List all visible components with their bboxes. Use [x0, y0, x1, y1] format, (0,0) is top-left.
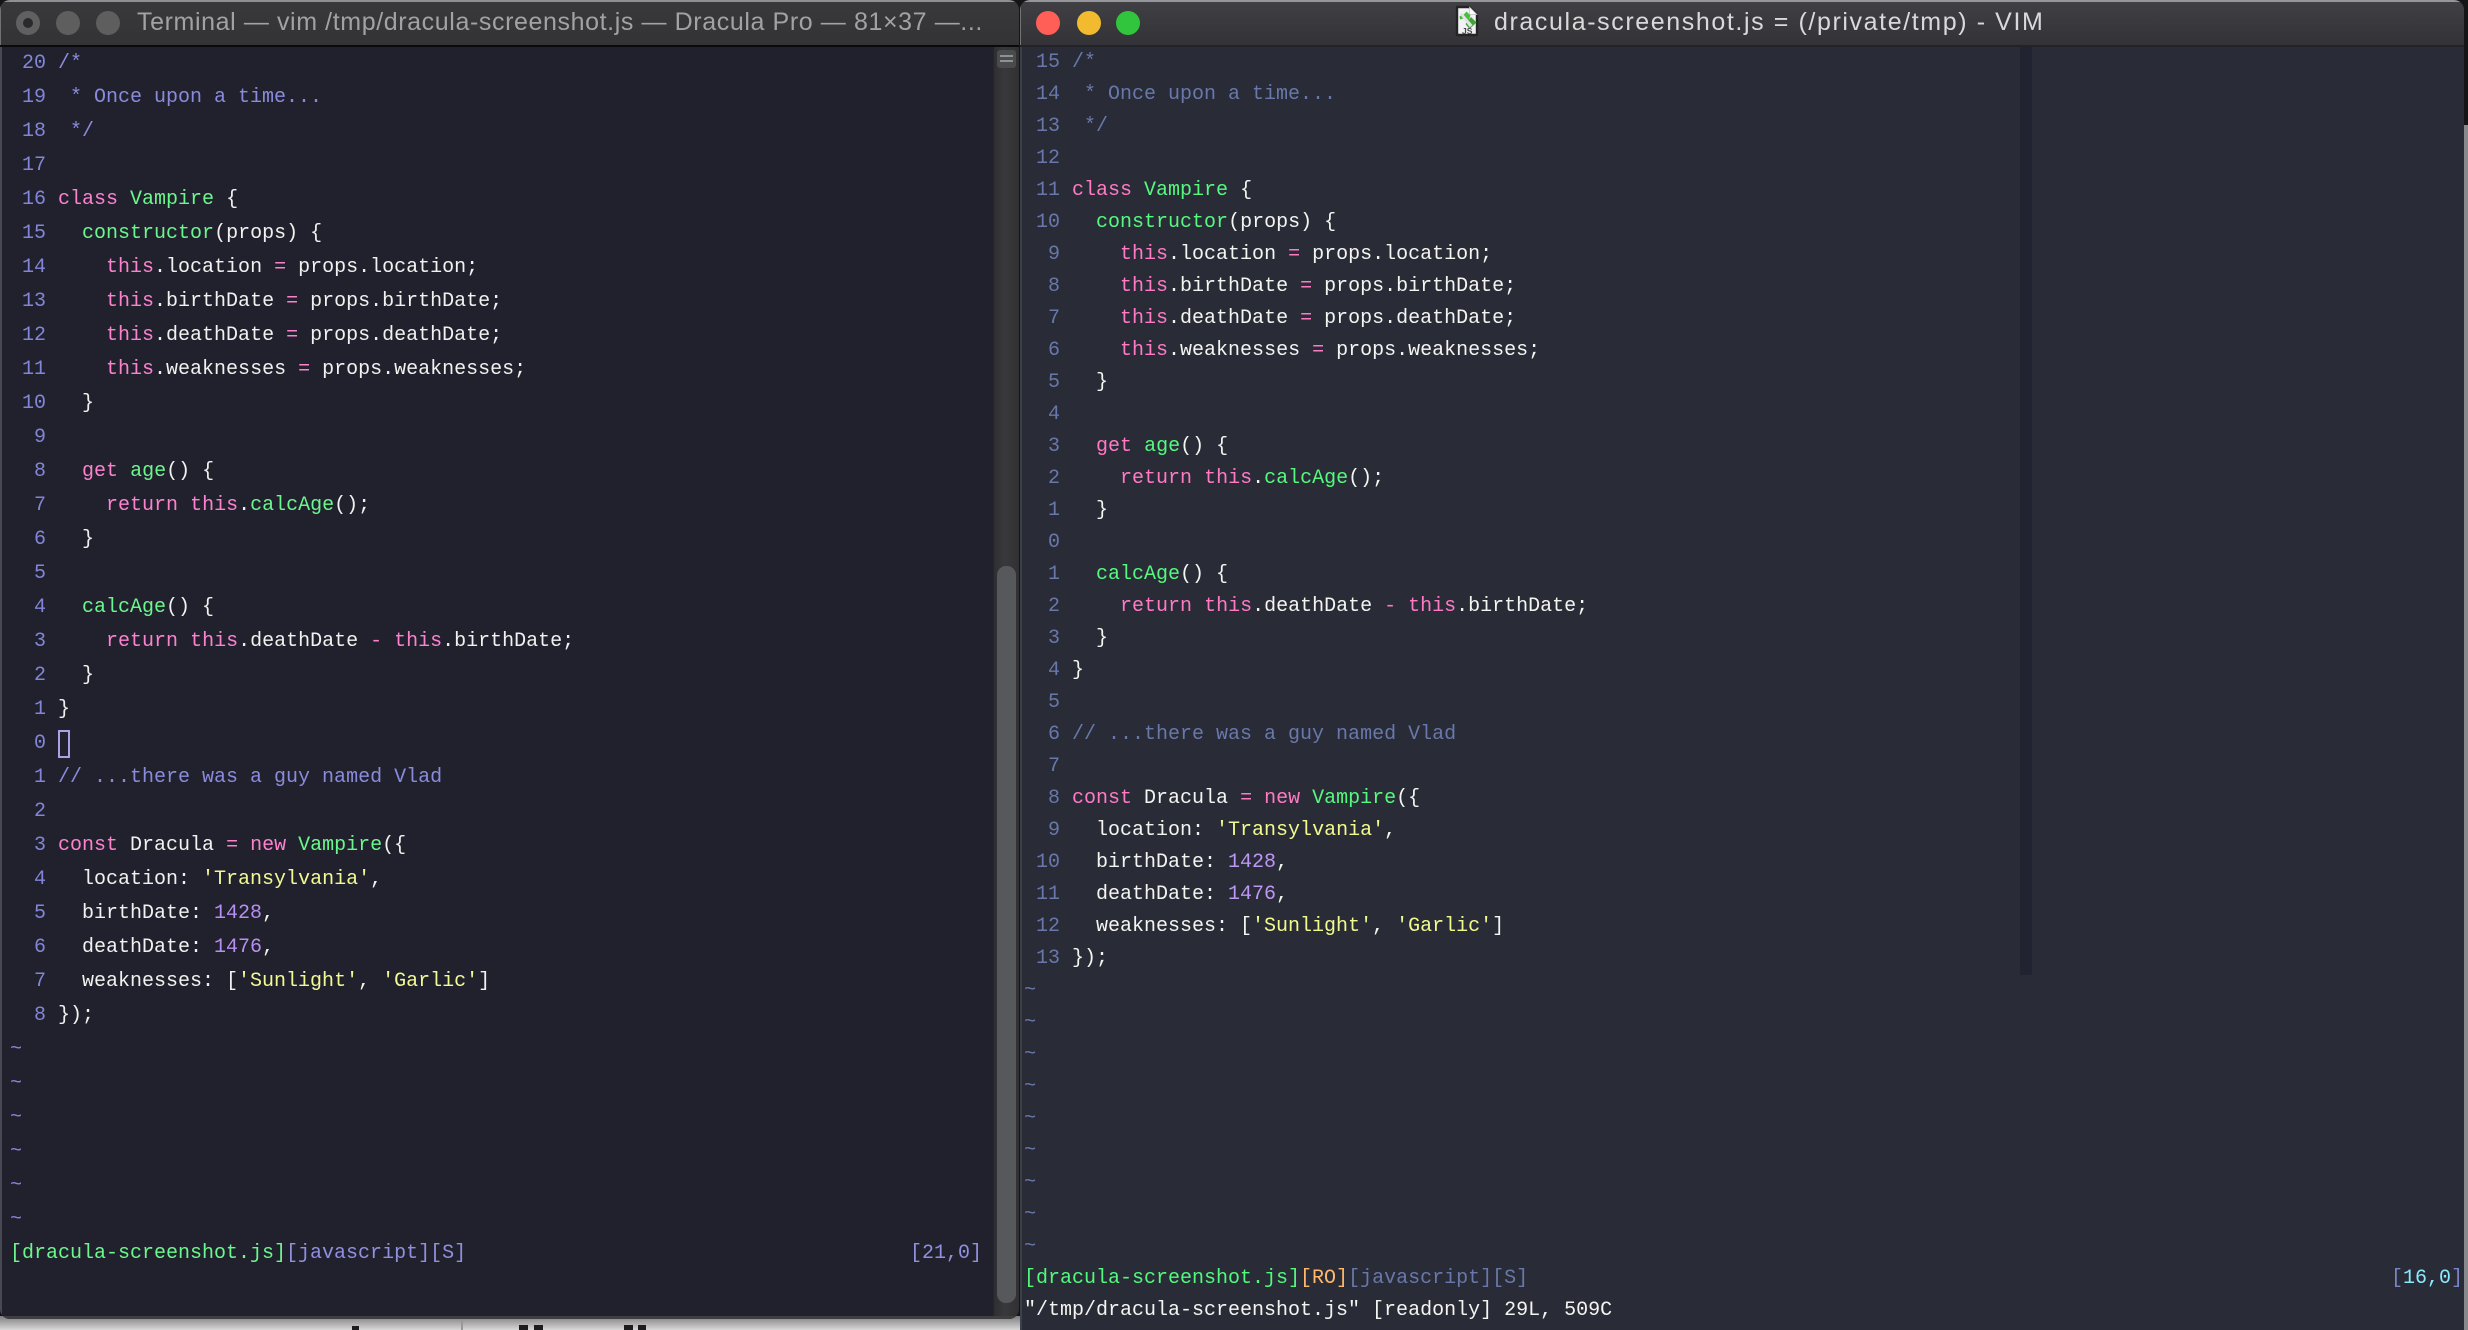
svg-text:JS: JS [1462, 26, 1473, 36]
